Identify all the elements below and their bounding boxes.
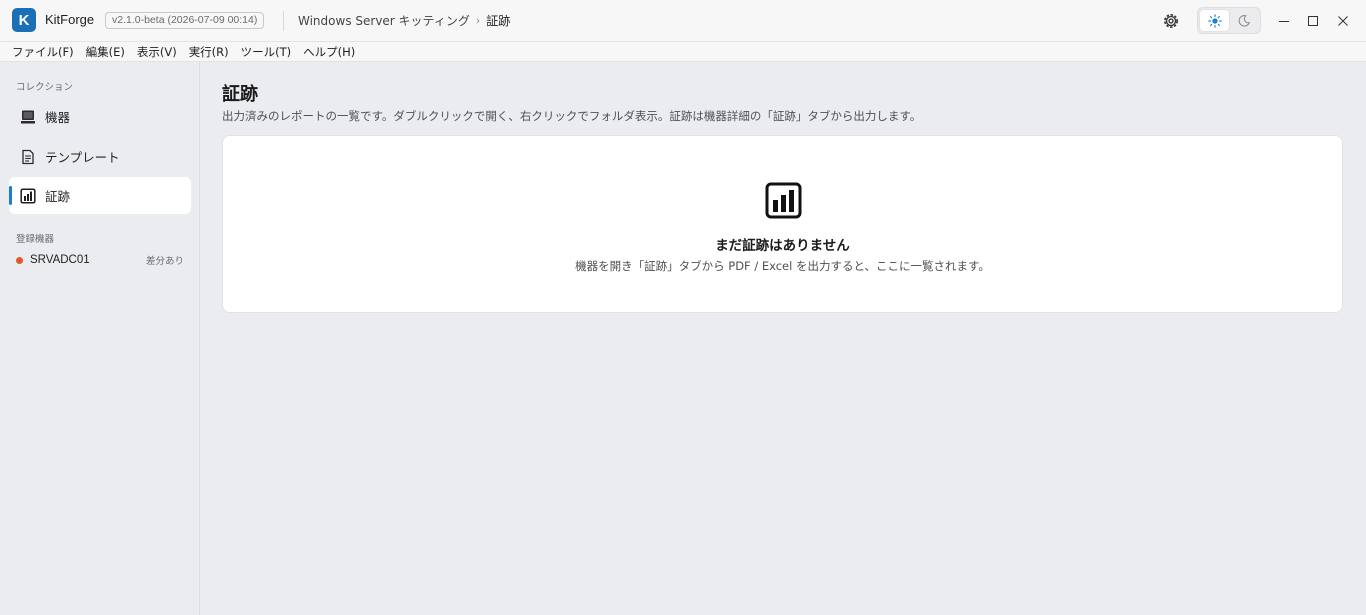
- empty-state-subtitle: 機器を開き「証跡」タブから PDF / Excel を出力すると、ここに一覧され…: [575, 259, 990, 273]
- title-bar: K KitForge v2.1.0-beta (2026-07-09 00:14…: [0, 0, 1366, 42]
- sidebar-item-label: テンプレート: [45, 150, 120, 165]
- document-icon: [20, 149, 36, 165]
- maximize-button[interactable]: [1303, 11, 1323, 31]
- close-icon: [1338, 16, 1348, 26]
- page-description: 出力済みのレポートの一覧です。ダブルクリックで開く、右クリックでフォルダ表示。証…: [222, 109, 922, 123]
- menu-view[interactable]: 表示(V): [131, 43, 183, 61]
- menu-run[interactable]: 実行(R): [183, 43, 235, 61]
- chart-icon: [765, 182, 802, 219]
- minimize-icon: [1279, 21, 1289, 22]
- theme-dark-button[interactable]: [1229, 10, 1258, 31]
- menu-edit[interactable]: 編集(E): [80, 43, 131, 61]
- menu-help[interactable]: ヘルプ(H): [297, 43, 361, 61]
- menu-file[interactable]: ファイル(F): [6, 43, 80, 61]
- breadcrumb: Windows Server キッティング › 証跡: [298, 12, 510, 29]
- status-dot: [16, 256, 23, 264]
- active-indicator: [9, 186, 12, 205]
- gear-icon: [1164, 14, 1178, 28]
- sidebar-item-devices[interactable]: 機器: [9, 98, 191, 135]
- version-badge: v2.1.0-beta (2026-07-09 00:14): [105, 12, 265, 29]
- collection-heading: コレクション: [16, 82, 74, 93]
- menu-tools[interactable]: ツール(T): [235, 43, 298, 61]
- chart-icon: [20, 187, 36, 204]
- sun-icon: [1207, 13, 1222, 28]
- device-list-item[interactable]: SRVADC01 差分あり: [16, 252, 184, 268]
- title-divider: [283, 11, 284, 31]
- breadcrumb-separator: ›: [475, 14, 481, 27]
- close-button[interactable]: [1333, 11, 1353, 31]
- breadcrumb-parent[interactable]: Windows Server キッティング: [298, 12, 470, 29]
- sidebar: コレクション 機器 テンプレート 証跡 登録機器 SRVADC01 差分あり: [0, 62, 200, 615]
- breadcrumb-current: 証跡: [486, 14, 511, 28]
- page-title: 証跡: [222, 84, 258, 105]
- devices-heading: 登録機器: [16, 234, 55, 245]
- app-name: KitForge: [45, 12, 95, 27]
- sidebar-item-label: 証跡: [45, 189, 71, 204]
- empty-state-title: まだ証跡はありません: [715, 238, 850, 254]
- maximize-icon: [1308, 16, 1318, 26]
- settings-button[interactable]: [1161, 11, 1181, 31]
- sidebar-item-evidence[interactable]: 証跡: [9, 177, 191, 214]
- diff-badge: 差分あり: [145, 256, 184, 267]
- theme-light-button[interactable]: [1200, 10, 1229, 31]
- minimize-button[interactable]: [1274, 11, 1294, 31]
- moon-icon: [1238, 14, 1250, 27]
- device-name: SRVADC01: [30, 254, 90, 266]
- empty-state-card: まだ証跡はありません 機器を開き「証跡」タブから PDF / Excel を出力…: [222, 135, 1343, 313]
- theme-toggle: [1197, 7, 1261, 34]
- app-logo: K: [12, 8, 36, 32]
- sidebar-item-label: 機器: [45, 110, 71, 125]
- device-icon: [20, 109, 36, 125]
- sidebar-item-templates[interactable]: テンプレート: [9, 138, 191, 175]
- menu-bar: ファイル(F) 編集(E) 表示(V) 実行(R) ツール(T) ヘルプ(H): [0, 42, 1366, 62]
